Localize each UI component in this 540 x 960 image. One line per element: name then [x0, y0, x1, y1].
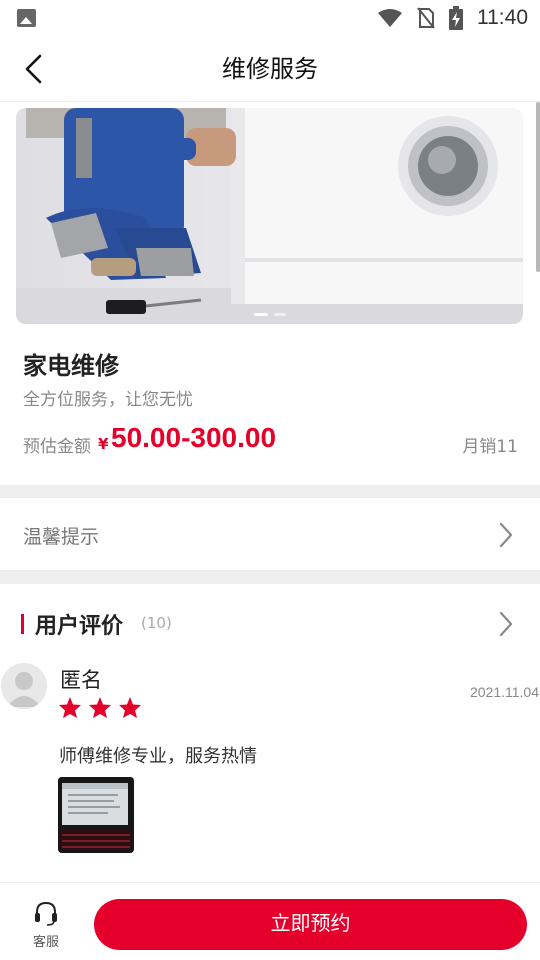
reviewer-name: 匿名 [60, 668, 102, 692]
book-now-button[interactable]: 立即预约 [94, 899, 527, 950]
customer-service-label: 客服 [32, 935, 59, 950]
status-icons: 11:40 [377, 0, 528, 36]
review-date: 2021.11.04 [469, 684, 539, 700]
wifi-icon [378, 9, 402, 27]
reviews-title: 用户评价 [35, 614, 124, 639]
repair-photo-thumbnail [58, 777, 134, 853]
chevron-right-icon [499, 522, 513, 548]
currency-symbol: ¥ [98, 435, 109, 453]
review-text: 师傅维修专业，服务热情 [59, 746, 257, 767]
image-icon [17, 9, 36, 27]
chevron-right-icon [499, 611, 513, 637]
product-subtitle: 全方位服务，让您无忧 [23, 390, 193, 410]
customer-service-button[interactable]: 客服 [18, 897, 74, 951]
star-icon [59, 697, 81, 718]
review-item: 匿名 2021.11.04 师傅维修专业，服务热情 [0, 660, 540, 882]
no-sim-icon [417, 7, 435, 29]
status-bar: 11:40 [0, 0, 540, 36]
section-divider [0, 570, 540, 584]
chevron-left-icon [25, 54, 42, 84]
scrollbar[interactable] [536, 102, 540, 272]
star-icon [119, 697, 141, 718]
headset-icon [35, 901, 57, 926]
section-accent-bar [21, 614, 24, 634]
product-name: 家电维修 [23, 352, 119, 380]
product-banner[interactable] [16, 108, 523, 324]
review-photo[interactable] [58, 777, 134, 853]
price-label: 预估金额 [23, 437, 91, 457]
bottom-action-bar: 客服 立即预约 [0, 882, 540, 960]
avatar [1, 663, 47, 709]
reviews-header[interactable]: 用户评价 (10) [0, 584, 540, 660]
monthly-sales: 月销11 [462, 437, 518, 457]
back-button[interactable] [14, 49, 54, 89]
reviews-count: (10) [141, 614, 172, 632]
user-avatar-icon [1, 663, 47, 709]
battery-charging-icon [449, 6, 463, 30]
app-header: 维修服务 [0, 36, 540, 102]
section-divider [0, 485, 540, 498]
clock: 11:40 [477, 6, 528, 29]
page-title: 维修服务 [222, 55, 318, 83]
tips-row[interactable]: 温馨提示 [0, 498, 540, 570]
carousel-dot[interactable] [273, 313, 286, 316]
tips-label: 温馨提示 [23, 526, 100, 548]
carousel-dot[interactable] [253, 313, 268, 316]
washing-machine-repair-photo [16, 108, 523, 324]
price-range: 50.00-300.00 [111, 422, 277, 453]
star-rating [58, 696, 142, 719]
star-icon [89, 697, 111, 718]
carousel-indicator [253, 313, 286, 316]
